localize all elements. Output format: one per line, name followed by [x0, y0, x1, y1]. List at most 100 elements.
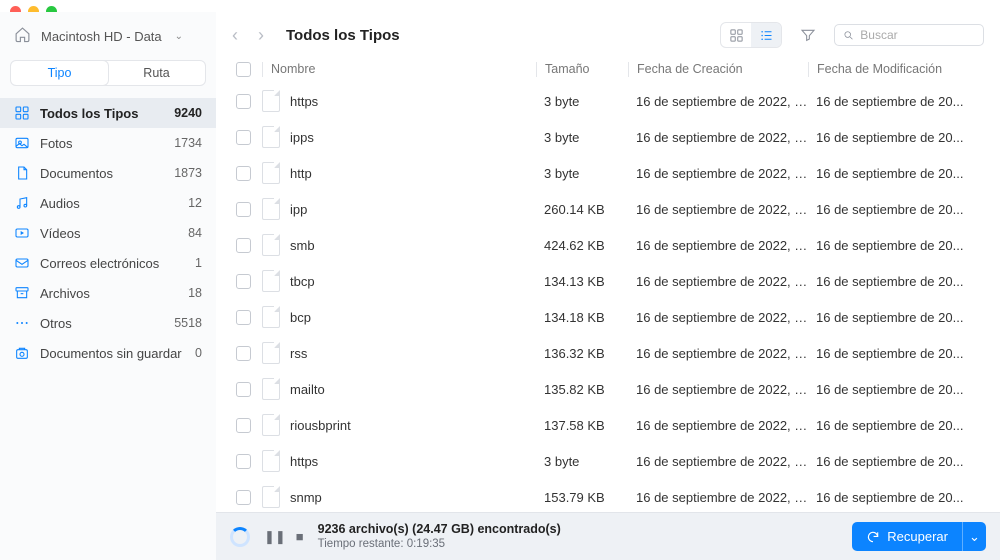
file-modified: 16 de septiembre de 20... [808, 238, 984, 253]
chevron-down-icon: ⌄ [969, 529, 980, 545]
segment-type[interactable]: Tipo [11, 61, 108, 85]
status-footer: ❚❚ ■ 9236 archivo(s) (24.47 GB) encontra… [216, 512, 1000, 560]
file-modified: 16 de septiembre de 20... [808, 94, 984, 109]
file-name: bcp [290, 310, 311, 325]
table-row[interactable]: ipp260.14 KB16 de septiembre de 2022, 4.… [216, 191, 1000, 227]
view-mode-toggle [720, 22, 782, 48]
row-checkbox[interactable] [236, 94, 251, 109]
file-name: snmp [290, 490, 322, 505]
select-all-checkbox[interactable] [236, 62, 251, 77]
sidebar-item-count: 1734 [174, 136, 202, 150]
file-icon [262, 162, 280, 184]
breadcrumb[interactable]: Macintosh HD - Data ⌄ [0, 22, 216, 60]
file-name: ipps [290, 130, 314, 145]
file-created: 16 de septiembre de 2022, 4... [628, 490, 808, 505]
sidebar-item-doc[interactable]: Documentos1873 [0, 158, 216, 188]
pause-button[interactable]: ❚❚ [264, 529, 286, 545]
sidebar-item-label: Otros [40, 316, 164, 331]
table-row[interactable]: snmp 153.79 KB16 de septiembre de 2022, 4… [216, 479, 1000, 512]
file-size: 137.58 KB [536, 418, 628, 433]
table-row[interactable]: https3 byte16 de septiembre de 2022, 4..… [216, 443, 1000, 479]
file-modified: 16 de septiembre de 20... [808, 490, 984, 505]
file-name: tbcp [290, 274, 315, 289]
file-size: 3 byte [536, 166, 628, 181]
sidebar-item-mail[interactable]: Correos electrónicos1 [0, 248, 216, 278]
grid-icon [14, 105, 30, 121]
table-row[interactable]: tbcp134.13 KB16 de septiembre de 2022, 4… [216, 263, 1000, 299]
file-modified: 16 de septiembre de 20... [808, 382, 984, 397]
row-checkbox[interactable] [236, 454, 251, 469]
row-checkbox[interactable] [236, 238, 251, 253]
table-row[interactable]: smb424.62 KB16 de septiembre de 2022, 4.… [216, 227, 1000, 263]
sidebar-item-count: 1 [195, 256, 202, 270]
sidebar-item-grid[interactable]: Todos los Tipos9240 [0, 98, 216, 128]
content-area: ‹ › Todos los Tipos [216, 12, 1000, 560]
table-row[interactable]: https3 byte16 de septiembre de 2022, 4..… [216, 83, 1000, 119]
chevron-down-icon: ⌄ [175, 31, 183, 42]
search-input[interactable] [860, 28, 975, 42]
recover-button[interactable]: Recuperar [852, 522, 962, 551]
file-name: mailto [290, 382, 325, 397]
nav-forward-button[interactable]: › [250, 25, 272, 46]
segmented-control: Tipo Ruta [10, 60, 206, 86]
recover-dropdown-button[interactable]: ⌄ [962, 522, 986, 551]
sidebar-item-count: 12 [188, 196, 202, 210]
row-checkbox[interactable] [236, 130, 251, 145]
table-row[interactable]: ipps3 byte16 de septiembre de 2022, 4...… [216, 119, 1000, 155]
photo-icon [14, 135, 30, 151]
table-row[interactable]: mailto135.82 KB16 de septiembre de 2022,… [216, 371, 1000, 407]
row-checkbox[interactable] [236, 346, 251, 361]
file-modified: 16 de septiembre de 20... [808, 274, 984, 289]
table-row[interactable]: bcp134.18 KB16 de septiembre de 2022, 4.… [216, 299, 1000, 335]
file-size: 136.32 KB [536, 346, 628, 361]
other-icon [14, 315, 30, 331]
nav-back-button[interactable]: ‹ [224, 25, 246, 46]
file-icon [262, 198, 280, 220]
filter-button[interactable] [796, 23, 820, 47]
sidebar-item-audio[interactable]: Audios12 [0, 188, 216, 218]
sidebar-item-count: 1873 [174, 166, 202, 180]
sidebar-item-unsaved[interactable]: Documentos sin guardar0 [0, 338, 216, 368]
file-name: ipp [290, 202, 307, 217]
row-checkbox[interactable] [236, 490, 251, 505]
sidebar-item-archive[interactable]: Archivos18 [0, 278, 216, 308]
column-header-name[interactable]: Nombre [262, 62, 536, 77]
file-size: 424.62 KB [536, 238, 628, 253]
file-icon [262, 234, 280, 256]
stop-button[interactable]: ■ [296, 529, 304, 545]
sidebar-item-count: 0 [195, 346, 202, 360]
table-row[interactable]: riousbprint 137.58 KB16 de septiembre de … [216, 407, 1000, 443]
column-header-size[interactable]: Tamaño [536, 62, 628, 77]
file-name: riousbprint [290, 418, 351, 433]
file-name: http [290, 166, 312, 181]
row-checkbox[interactable] [236, 418, 251, 433]
table-row[interactable]: http 3 byte16 de septiembre de 2022, 4...… [216, 155, 1000, 191]
file-created: 16 de septiembre de 2022, 4... [628, 166, 808, 181]
sidebar-item-count: 18 [188, 286, 202, 300]
list-view-button[interactable] [751, 23, 781, 47]
file-name: https [290, 94, 318, 109]
row-checkbox[interactable] [236, 382, 251, 397]
sidebar-item-label: Vídeos [40, 226, 178, 241]
row-checkbox[interactable] [236, 202, 251, 217]
column-header-modified[interactable]: Fecha de Modificación [808, 62, 984, 77]
row-checkbox[interactable] [236, 166, 251, 181]
sidebar-item-other[interactable]: Otros5518 [0, 308, 216, 338]
file-icon [262, 414, 280, 436]
file-created: 16 de septiembre de 2022, 4... [628, 454, 808, 469]
row-checkbox[interactable] [236, 274, 251, 289]
sidebar-item-photo[interactable]: Fotos1734 [0, 128, 216, 158]
segment-path[interactable]: Ruta [108, 61, 205, 85]
row-checkbox[interactable] [236, 310, 251, 325]
search-box[interactable] [834, 24, 984, 46]
file-size: 153.79 KB [536, 490, 628, 505]
column-header-created[interactable]: Fecha de Creación [628, 62, 808, 77]
grid-view-button[interactable] [721, 23, 751, 47]
table-row[interactable]: rss136.32 KB16 de septiembre de 2022, 4.… [216, 335, 1000, 371]
mail-icon [14, 255, 30, 271]
file-created: 16 de septiembre de 2022, 4... [628, 202, 808, 217]
video-icon [14, 225, 30, 241]
file-created: 16 de septiembre de 2022, 4... [628, 310, 808, 325]
file-created: 16 de septiembre de 2022, 4... [628, 418, 808, 433]
sidebar-item-video[interactable]: Vídeos84 [0, 218, 216, 248]
